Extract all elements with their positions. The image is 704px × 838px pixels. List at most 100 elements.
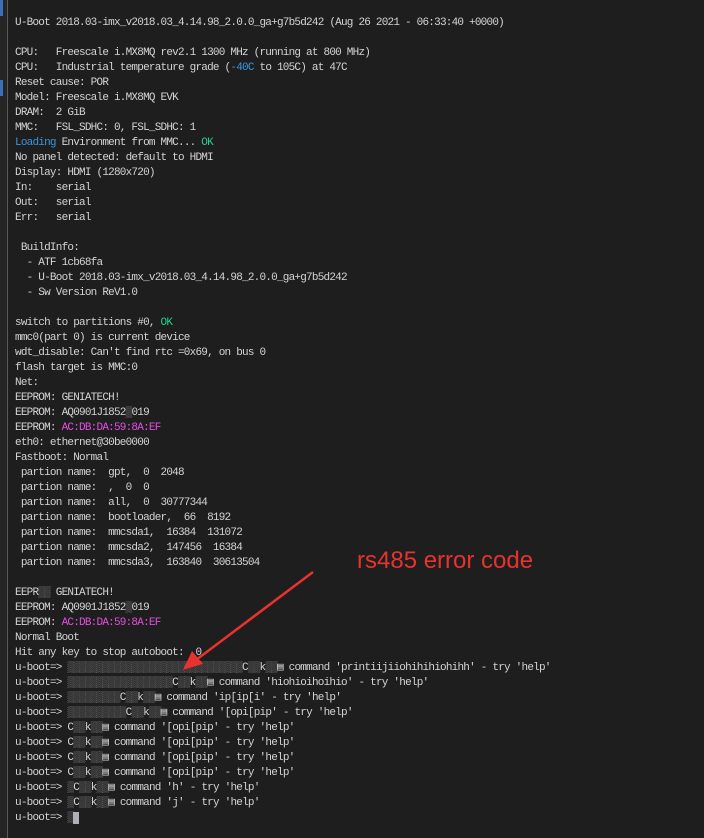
terminal-text: ▒▒ [79, 782, 91, 794]
terminal-text: - ATF 1cb68fa [15, 257, 103, 269]
terminal-text: u-boot=> [15, 662, 68, 674]
terminal-text: In: serial [15, 182, 91, 194]
terminal-text: BuildInfo: [15, 242, 80, 254]
terminal-line: u-boot=> C▒▒k▒▒▤ command '[opi[pip' - tr… [15, 721, 704, 736]
terminal-text: Model: Freescale i.MX8MQ EVK [15, 92, 179, 104]
terminal-cursor [73, 812, 80, 824]
terminal-text: ▒▒ [38, 587, 50, 599]
annotation-label: rs485 error code [357, 547, 534, 574]
terminal-text: ▤ command '[opi[pip' - try 'help' [102, 722, 295, 734]
terminal-text: to 105C) at 47C [253, 62, 348, 74]
terminal-line: partion name: all, 0 30777344 [15, 496, 704, 511]
terminal-line: partion name: gpt, 0 2048 [15, 466, 704, 481]
terminal-text: Net: [15, 377, 39, 389]
terminal-text: Normal Boot [15, 632, 80, 644]
terminal-line: u-boot=> ▒ [15, 811, 704, 826]
terminal-text: u-boot=> [15, 782, 68, 794]
terminal-text: -40C [230, 62, 254, 74]
terminal-text: Err: serial [15, 212, 91, 224]
terminal-line: partion name: mmcsda1, 16384 131072 [15, 526, 704, 541]
terminal-line: MMC: FSL_SDHC: 0, FSL_SDHC: 1 [15, 121, 704, 136]
terminal-text: EEPROM: [15, 422, 62, 434]
terminal-line: u-boot=> C▒▒k▒▒▤ command '[opi[pip' - tr… [15, 766, 704, 781]
terminal-line: u-boot=> C▒▒k▒▒▤ command '[opi[pip' - tr… [15, 751, 704, 766]
terminal-text: ▒▒ [90, 767, 103, 779]
terminal-line: u-boot=> C▒▒k▒▒▤ command '[opi[pip' - tr… [15, 736, 704, 751]
terminal-line: In: serial [15, 181, 704, 196]
terminal-line: CPU: Freescale i.MX8MQ rev2.1 1300 MHz (… [15, 46, 704, 61]
terminal-text: partion name: , 0 0 [15, 482, 150, 494]
terminal-line: No panel detected: default to HDMI [15, 151, 704, 166]
terminal-line: CPU: Industrial temperature grade (-40C … [15, 61, 704, 76]
terminal-text: ▒▒ [195, 677, 208, 689]
terminal-line: - U-Boot 2018.03-imx_v2018.03_4.14.98_2.… [15, 271, 704, 286]
terminal-line: Reset cause: POR [15, 76, 704, 91]
terminal-line: u-boot=> ▒▒▒▒▒▒▒▒▒▒▒▒▒▒▒▒▒▒C▒▒k▒▒▤ comma… [15, 676, 704, 691]
terminal-line: Loading Environment from MMC... OK [15, 136, 704, 151]
terminal-text: ▒▒ [73, 767, 85, 779]
terminal-text: ▤ command 'j' - try 'help' [108, 797, 260, 809]
terminal-text: ▒▒ [90, 752, 103, 764]
terminal-text: ▤ command '[opi[pip' - try 'help' [102, 737, 295, 749]
terminal-text: DRAM: 2 GiB [15, 107, 86, 119]
terminal-text: CPU: Industrial temperature grade ( [15, 62, 231, 74]
terminal-text: - U-Boot 2018.03-imx_v2018.03_4.14.98_2.… [15, 272, 348, 284]
terminal-line: Out: serial [15, 196, 704, 211]
terminal-text: EEPROM: AQ0901J1852 [15, 602, 126, 614]
terminal-line: u-boot=> ▒▒▒▒▒▒▒▒▒C▒▒k▒▒▤ command 'ip[ip… [15, 691, 704, 706]
terminal-text: - Sw Version ReV1.0 [15, 287, 138, 299]
terminal-line: EEPROM: AQ0901J1852▒019 [15, 406, 704, 421]
terminal-line: partion name: bootloader, 66 8192 [15, 511, 704, 526]
terminal-text: partion name: bootloader, 66 8192 [15, 512, 231, 524]
terminal-line: eth0: ethernet@30be0000 [15, 436, 704, 451]
terminal-text: ▒▒ [143, 692, 155, 704]
terminal-text: ▒▒ [96, 797, 109, 809]
terminal-text: ▤ command '[opi[pip' - try 'help' [102, 752, 295, 764]
terminal-text: Display: HDMI (1280x720) [15, 167, 155, 179]
terminal-text: partion name: mmcsda3, 163840 30613504 [15, 557, 260, 569]
terminal-text: ▒▒ [178, 677, 190, 689]
terminal-text: EEPROM: [15, 617, 62, 629]
terminal-text: u-boot=> C [15, 767, 74, 779]
terminal-text: eth0: ethernet@30be0000 [15, 437, 150, 449]
terminal-text: GENIATECH! [49, 587, 115, 599]
terminal-text: ▒▒ [247, 662, 260, 674]
terminal-text: OK [201, 137, 213, 149]
terminal-text: u-boot=> [15, 677, 68, 689]
terminal-line: switch to partitions #0, OK [15, 316, 704, 331]
terminal-text: u-boot=> C [15, 752, 74, 764]
terminal-text: u-boot=> [15, 707, 68, 719]
terminal-text: ▒▒▒▒▒▒▒▒▒ [67, 692, 120, 704]
terminal-text: mmc0(part 0) is current device [15, 332, 190, 344]
terminal-text: ▒▒▒▒▒▒▒▒▒▒▒▒▒▒▒▒▒▒▒▒▒▒▒▒▒▒▒▒▒▒ [67, 662, 243, 674]
terminal-text: ▒▒ [96, 782, 109, 794]
terminal-line: u-boot=> ▒▒▒▒▒▒▒▒▒▒▒▒▒▒▒▒▒▒▒▒▒▒▒▒▒▒▒▒▒▒C… [15, 661, 704, 676]
terminal-line: BuildInfo: [15, 241, 704, 256]
terminal-text: ▒▒ [90, 722, 103, 734]
terminal-text: ▒▒ [79, 797, 91, 809]
terminal-text: flash target is MMC:0 [15, 362, 138, 374]
terminal-text: ▒▒ [125, 692, 138, 704]
terminal-text: partion name: all, 0 30777344 [15, 497, 208, 509]
terminal-text: Environment from MMC... [55, 137, 202, 149]
terminal-line: EEPR▒▒ GENIATECH! [15, 586, 704, 601]
terminal-text: ▤ command 'printiijiiohihihiohihh' - try… [277, 662, 551, 674]
terminal-text: ▤ command 'ip[ip[i' - try 'help' [154, 692, 342, 704]
terminal-text: Out: serial [15, 197, 91, 209]
terminal-text: 019 [131, 407, 149, 419]
terminal-text: ▒▒ [73, 752, 85, 764]
terminal-line: EEPROM: GENIATECH! [15, 391, 704, 406]
terminal-text: partion name: mmcsda1, 16384 131072 [15, 527, 243, 539]
terminal-output[interactable]: U-Boot 2018.03-imx_v2018.03_4.14.98_2.0.… [15, 16, 704, 826]
terminal-text: u-boot=> [15, 812, 68, 824]
terminal-text: u-boot=> [15, 797, 68, 809]
terminal-line: - Sw Version ReV1.0 [15, 286, 704, 301]
terminal-line: wdt_disable: Can't find rtc =0x69, on bu… [15, 346, 704, 361]
terminal-text: 019 [131, 602, 149, 614]
terminal-text: ▤ command 'hiohioihoihio' - try 'help' [207, 677, 429, 689]
terminal-line: EEPROM: AC:DB:DA:59:8A:EF [15, 421, 704, 436]
terminal-text: Loading [15, 137, 57, 149]
terminal-line: EEPROM: AQ0901J1852▒019 [15, 601, 704, 616]
